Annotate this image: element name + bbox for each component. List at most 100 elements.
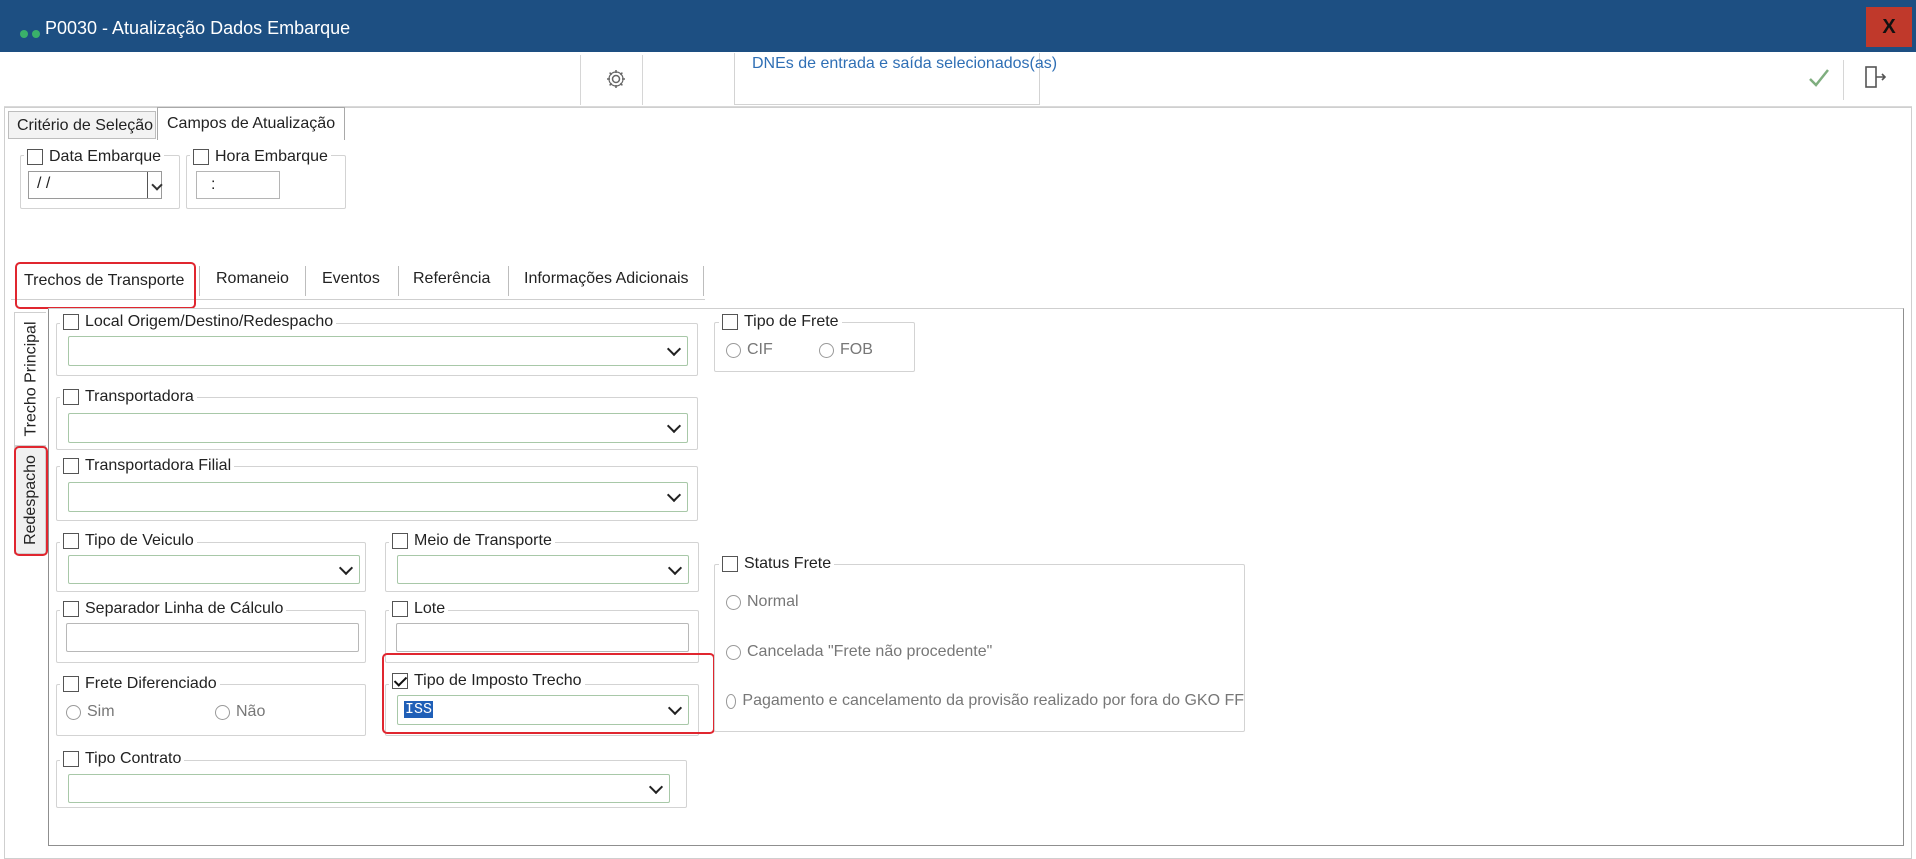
status-pagamento-radio[interactable]: Pagamento e cancelamento da provisão rea… xyxy=(726,692,1244,716)
meio-transporte-checkbox[interactable] xyxy=(392,533,408,549)
settings-gear-icon[interactable] xyxy=(604,67,628,91)
hora-embarque-checkbox[interactable] xyxy=(193,149,209,165)
tab-label: Campos de Atualização xyxy=(167,115,336,132)
local-legend: Local Origem/Destino/Redespacho xyxy=(60,313,337,331)
radio-label: Sim xyxy=(87,703,115,720)
data-embarque-checkbox[interactable] xyxy=(27,149,43,165)
tipo-frete-checkbox[interactable] xyxy=(722,314,738,330)
toolbar-separator xyxy=(642,55,643,105)
radio-icon xyxy=(726,644,741,660)
radio-icon xyxy=(215,704,230,720)
lote-input[interactable] xyxy=(396,623,689,652)
close-button[interactable]: X xyxy=(1866,7,1912,47)
tipo-frete-fob-radio[interactable]: FOB xyxy=(819,341,873,359)
subtab-eventos[interactable]: Eventos xyxy=(322,270,380,306)
window-title: P0030 - Atualização Dados Embarque xyxy=(45,18,351,38)
transportadora-select[interactable] xyxy=(68,413,688,443)
highlight-redespacho-tab xyxy=(14,446,48,556)
chevron-down-icon xyxy=(648,779,664,794)
radio-icon xyxy=(726,693,737,709)
tipo-contrato-label: Tipo Contrato xyxy=(85,750,182,767)
tab-label: Critério de Seleção xyxy=(17,117,154,134)
subtab-separator xyxy=(199,266,200,296)
tab-criterio-selecao[interactable]: Critério de Seleção xyxy=(8,111,156,139)
chevron-down-icon[interactable] xyxy=(151,179,163,191)
separador-label: Separador Linha de Cálculo xyxy=(85,600,284,617)
radio-icon xyxy=(66,704,81,720)
transportadora-filial-checkbox[interactable] xyxy=(63,458,79,474)
meio-transporte-legend: Meio de Transporte xyxy=(389,532,555,550)
chevron-down-icon xyxy=(666,418,682,434)
confirm-check-icon[interactable] xyxy=(1805,64,1833,97)
subtab-separator xyxy=(508,266,509,296)
transportadora-checkbox[interactable] xyxy=(63,389,79,405)
tipo-veiculo-select[interactable] xyxy=(68,555,360,584)
tipo-frete-cif-radio[interactable]: CIF xyxy=(726,341,773,359)
separador-input[interactable] xyxy=(66,623,359,652)
radio-icon xyxy=(819,342,834,358)
radio-label: Cancelada "Frete não procedente" xyxy=(747,643,993,660)
toolbar-separator xyxy=(1843,60,1844,100)
subtab-romaneio[interactable]: Romaneio xyxy=(216,270,289,306)
transportadora-filial-label: Transportadora Filial xyxy=(85,457,232,474)
subtab-separator xyxy=(305,266,306,296)
local-select[interactable] xyxy=(68,336,688,366)
tipo-contrato-checkbox[interactable] xyxy=(63,751,79,767)
local-label: Local Origem/Destino/Redespacho xyxy=(85,313,334,330)
data-embarque-label: Data Embarque xyxy=(49,148,162,165)
subtab-separator xyxy=(398,266,399,296)
status-cancelada-radio[interactable]: Cancelada "Frete não procedente" xyxy=(726,643,992,661)
chevron-down-icon xyxy=(667,560,683,575)
transportadora-filial-legend: Transportadora Filial xyxy=(60,457,235,475)
status-normal-radio[interactable]: Normal xyxy=(726,593,799,611)
radio-label: Não xyxy=(236,703,266,720)
hora-embarque-value: : xyxy=(211,176,216,193)
meio-transporte-label: Meio de Transporte xyxy=(414,532,552,549)
chevron-down-icon xyxy=(338,560,354,575)
highlight-tipo-imposto xyxy=(382,653,715,734)
radio-label: FOB xyxy=(840,341,873,358)
hora-embarque-label: Hora Embarque xyxy=(215,148,328,165)
transportadora-filial-select[interactable] xyxy=(68,482,688,512)
chevron-down-icon xyxy=(666,341,682,357)
frete-diferenciado-sim-radio[interactable]: Sim xyxy=(66,703,115,721)
tipo-contrato-legend: Tipo Contrato xyxy=(60,750,185,768)
meio-transporte-select[interactable] xyxy=(397,555,689,584)
lote-legend: Lote xyxy=(389,600,449,618)
local-checkbox[interactable] xyxy=(63,314,79,330)
frete-diferenciado-checkbox[interactable] xyxy=(63,676,79,692)
frete-diferenciado-nao-radio[interactable]: Não xyxy=(215,703,265,721)
vtab-label: Trecho Principal xyxy=(22,321,40,437)
subtab-informacoes-adicionais[interactable]: Informações Adicionais xyxy=(524,270,689,306)
tipo-veiculo-checkbox[interactable] xyxy=(63,533,79,549)
lote-label: Lote xyxy=(414,600,446,617)
status-frete-label: Status Frete xyxy=(744,555,832,572)
lote-checkbox[interactable] xyxy=(392,601,408,617)
radio-label: Normal xyxy=(747,593,799,610)
separador-checkbox[interactable] xyxy=(63,601,79,617)
dropdown-divider xyxy=(147,172,148,198)
tab-campos-atualizacao[interactable]: Campos de Atualização xyxy=(157,107,345,140)
tipo-frete-label: Tipo de Frete xyxy=(744,313,839,330)
tipo-veiculo-legend: Tipo de Veiculo xyxy=(60,532,197,550)
transportadora-label: Transportadora xyxy=(85,388,194,405)
radio-label: Pagamento e cancelamento da provisão rea… xyxy=(742,692,1244,709)
exit-door-icon[interactable] xyxy=(1862,64,1888,97)
transportadora-legend: Transportadora xyxy=(60,388,197,406)
selection-message: DNEs de entrada e saída selecionados(as) xyxy=(752,55,1058,72)
vtab-trecho-principal[interactable]: Trecho Principal xyxy=(14,312,46,446)
app-logo-icon xyxy=(20,23,44,43)
frete-diferenciado-legend: Frete Diferenciado xyxy=(60,675,220,693)
data-embarque-field[interactable]: / / xyxy=(28,171,163,199)
separador-legend: Separador Linha de Cálculo xyxy=(60,600,287,618)
subtab-referencia[interactable]: Referência xyxy=(413,270,490,306)
hora-embarque-legend: Hora Embarque xyxy=(190,148,331,166)
tipo-frete-legend: Tipo de Frete xyxy=(719,313,842,331)
toolbar-separator xyxy=(580,55,581,105)
data-embarque-value: / / xyxy=(37,175,51,192)
status-frete-checkbox[interactable] xyxy=(722,556,738,572)
radio-icon xyxy=(726,342,741,358)
frete-diferenciado-label: Frete Diferenciado xyxy=(85,675,217,692)
tipo-contrato-select[interactable] xyxy=(68,774,670,803)
hora-embarque-field[interactable]: : xyxy=(196,171,280,199)
